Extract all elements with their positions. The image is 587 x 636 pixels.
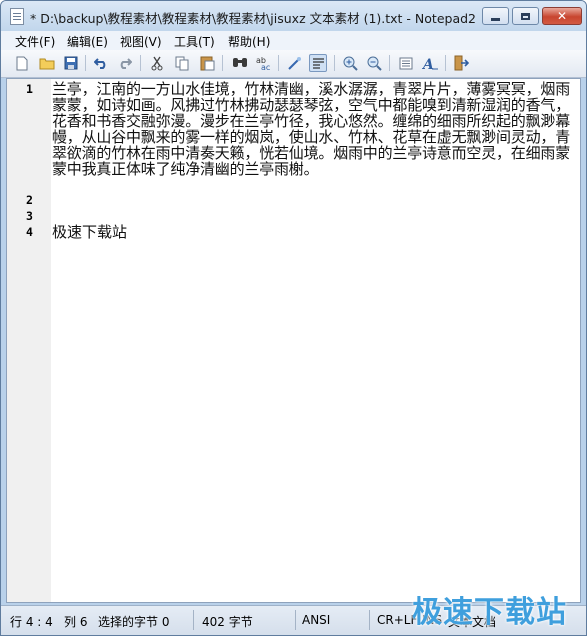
save-icon[interactable]	[62, 54, 80, 72]
close-icon: ✕	[556, 9, 568, 23]
text-line[interactable]	[52, 192, 578, 208]
maximize-button[interactable]	[512, 7, 539, 25]
menu-help[interactable]: 帮助(H)	[228, 33, 270, 50]
font-icon[interactable]: A	[421, 54, 439, 72]
line-number: 3	[26, 209, 33, 223]
menu-bar: 文件(F) 编辑(E) 视图(V) 工具(T) 帮助(H)	[1, 31, 586, 50]
scheme-icon[interactable]	[397, 54, 415, 72]
status-size: 402 字节	[202, 615, 253, 629]
toolbar-separator	[222, 55, 223, 71]
find-icon[interactable]	[231, 54, 249, 72]
exit-icon[interactable]	[452, 54, 470, 72]
menu-file[interactable]: 文件(F)	[15, 33, 55, 50]
line-number: 2	[26, 193, 33, 207]
redo-icon[interactable]	[116, 54, 134, 72]
maximize-icon	[521, 12, 530, 20]
notepad-app-icon	[10, 8, 24, 25]
status-separator	[295, 610, 296, 630]
toolbar-separator	[278, 55, 279, 71]
status-position: 行 4 : 4	[10, 615, 53, 629]
paste-icon[interactable]	[198, 54, 216, 72]
word-wrap-icon[interactable]	[285, 54, 303, 72]
menu-tools[interactable]: 工具(T)	[174, 33, 215, 50]
toolbar-separator	[334, 55, 335, 71]
copy-icon[interactable]	[173, 54, 191, 72]
line-number: 4	[26, 225, 33, 239]
wrap-toggle-icon[interactable]	[309, 54, 327, 72]
line-number: 1	[26, 82, 33, 96]
status-separator	[369, 610, 370, 630]
new-file-icon[interactable]	[13, 54, 31, 72]
text-line[interactable]: 极速下载站	[52, 224, 578, 240]
toolbar-separator	[85, 55, 86, 71]
status-column: 列 6	[64, 615, 88, 629]
text-area[interactable]: 兰亭，江南的一方山水佳境，竹林清幽，溪水潺潺，青翠片片，薄雾冥冥，烟雨蒙蒙，如诗…	[52, 79, 580, 602]
title-bar[interactable]: * D:\backup\教程素材\教程素材\教程素材\jisuxz 文本素材 (…	[1, 1, 586, 31]
svg-text:ac: ac	[261, 63, 270, 71]
minimize-icon	[491, 17, 500, 21]
status-selected: 选择的字节 0	[98, 615, 170, 629]
toolbar-separator	[445, 55, 446, 71]
line-number-gutter: 1 2 3 4	[7, 79, 51, 602]
toolbar-separator	[389, 55, 390, 71]
window-title: * D:\backup\教程素材\教程素材\教程素材\jisuxz 文本素材 (…	[30, 11, 476, 26]
text-line[interactable]	[52, 208, 578, 224]
editor[interactable]: 1 2 3 4 兰亭，江南的一方山水佳境，竹林清幽，溪水潺潺，青翠片片，薄雾冥冥…	[6, 78, 581, 603]
status-encoding[interactable]: ANSI	[302, 613, 330, 627]
watermark: 极速下载站	[412, 595, 567, 630]
open-folder-icon[interactable]	[38, 54, 56, 72]
zoom-in-icon[interactable]	[341, 54, 359, 72]
notepad2-window: * D:\backup\教程素材\教程素材\教程素材\jisuxz 文本素材 (…	[0, 0, 587, 636]
toolbar: ab ac A	[1, 50, 586, 78]
replace-icon[interactable]: ab ac	[254, 54, 272, 72]
text-line[interactable]: 兰亭，江南的一方山水佳境，竹林清幽，溪水潺潺，青翠片片，薄雾冥冥，烟雨蒙蒙，如诗…	[52, 81, 578, 185]
cut-icon[interactable]	[148, 54, 166, 72]
menu-edit[interactable]: 编辑(E)	[67, 33, 108, 50]
zoom-out-icon[interactable]	[365, 54, 383, 72]
status-separator	[193, 610, 194, 630]
close-button[interactable]: ✕	[542, 7, 582, 25]
undo-icon[interactable]	[92, 54, 110, 72]
toolbar-separator	[140, 55, 141, 71]
minimize-button[interactable]	[482, 7, 509, 25]
menu-view[interactable]: 视图(V)	[120, 33, 162, 50]
